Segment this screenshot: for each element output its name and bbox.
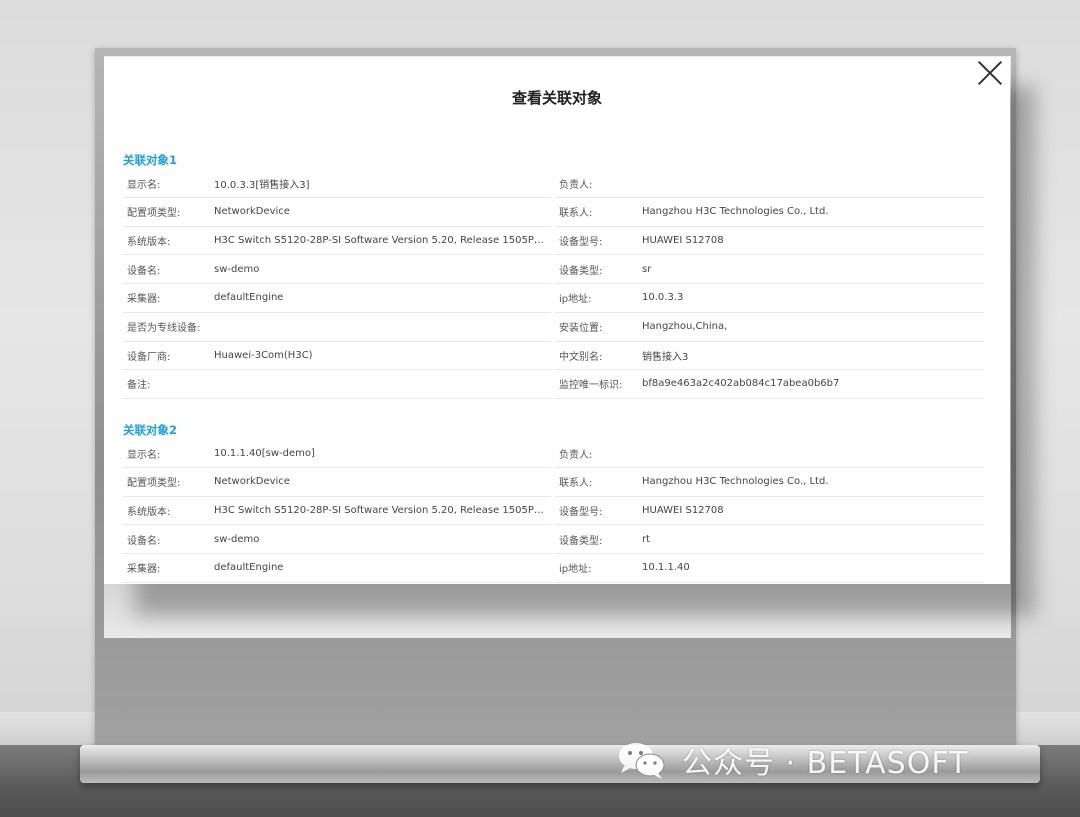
field-label: 系统版本: (127, 506, 171, 518)
field-label: ip地址: (559, 294, 592, 306)
field-value: sw-demo (214, 533, 260, 545)
field-row-right: ip地址: 10.1.1.40 (555, 554, 984, 583)
field-value: bf8a9e463a2c402ab084c17abea0b6b7 (642, 378, 840, 390)
field-value: sw-demo (214, 263, 260, 275)
field-row-left: 是否为专线设备: (123, 313, 551, 342)
field-row-right: 设备型号: HUAWEI S12708 (555, 496, 984, 526)
field-value: 10.1.1.40[sw-demo] (214, 447, 315, 459)
field-row-left: 配置项类型: NetworkDevice (123, 468, 551, 497)
section-title-1: 关联对象1 (123, 153, 178, 167)
field-value: rt (642, 533, 651, 545)
field-row-right: 负责人: (555, 169, 984, 198)
field-label: 显示名: (127, 449, 161, 461)
field-label: 中文别名: (559, 351, 603, 363)
field-label: 配置项类型: (127, 478, 181, 490)
field-label: 设备类型: (559, 535, 603, 547)
watermark: 公众号 · BETASOFT (616, 735, 968, 785)
field-row-left: 显示名: 10.0.3.3[销售接入3] (123, 169, 551, 198)
field-label: 备注: (127, 380, 151, 392)
field-row-left: 系统版本: H3C Switch S5120-28P-SI Software Ve… (123, 496, 551, 526)
field-row-right: 负责人: (555, 439, 984, 468)
field-row-left: 设备厂商: Huawei-3Com(H3C) (123, 341, 551, 371)
field-row-right: 中文别名: 销售接入3 (555, 341, 984, 371)
related-objects-modal: 查看关联对象 关联对象1 显示名: 10.0.3.3[销售接入3] 负责人: 配置项类型… (104, 57, 1010, 584)
field-row-left: 系统版本: H3C Switch S5120-28P-SI Software Ve… (123, 226, 551, 256)
field-value: 10.1.1.40 (642, 562, 690, 574)
field-row-right: 联系人: Hangzhou H3C Technologies Co., Ltd. (555, 468, 984, 497)
field-label: 设备名: (127, 535, 161, 547)
field-label: 采集器: (127, 564, 161, 576)
field-value: defaultEngine (214, 562, 284, 574)
field-value: Hangzhou H3C Technologies Co., Ltd. (642, 476, 829, 488)
watermark-text: 公众号 · BETASOFT (682, 746, 969, 781)
field-row-left: 设备名: sw-demo (123, 255, 551, 285)
field-label: 负责人: (559, 179, 593, 191)
field-row-left: 采集器: defaultEngine (123, 554, 551, 583)
field-label: 采集器: (127, 294, 161, 306)
close-icon[interactable] (978, 61, 1002, 85)
field-label: 监控唯一标识: (559, 380, 623, 392)
field-value: HUAWEI S12708 (642, 234, 724, 246)
field-row-right: ip地址: 10.0.3.3 (555, 284, 984, 313)
modal-title: 查看关联对象 (511, 89, 602, 107)
field-label: 是否为专线设备: (127, 323, 201, 334)
field-value: Huawei-3Com(H3C) (214, 349, 313, 361)
field-row-left: 采集器: defaultEngine (123, 284, 551, 313)
field-row-right: 设备型号: HUAWEI S12708 (555, 226, 984, 256)
field-row-right: 设备类型: rt (555, 525, 984, 555)
field-row-right: 监控唯一标识: bf8a9e463a2c402ab084c17abea0b6b7 (555, 370, 984, 399)
field-value: H3C Switch S5120-28P-SI Software Version… (214, 504, 551, 516)
field-label: 联系人: (559, 478, 593, 490)
field-label: 显示名: (127, 179, 161, 191)
field-label: 负责人: (559, 449, 593, 461)
field-value: H3C Switch S5120-28P-SI Software Version… (214, 234, 551, 246)
field-label: 设备型号: (559, 236, 603, 248)
section-title-2: 关联对象2 (123, 423, 178, 437)
field-value: defaultEngine (214, 292, 284, 304)
field-value: HUAWEI S12708 (642, 504, 724, 516)
field-row-right: 安装位置: Hangzhou,China, (555, 313, 984, 342)
wechat-icon (619, 743, 665, 779)
field-row-left: 设备名: sw-demo (123, 525, 551, 555)
field-row-right: 联系人: Hangzhou H3C Technologies Co., Ltd. (555, 198, 984, 227)
field-value: NetworkDevice (214, 206, 290, 218)
field-label: 系统版本: (127, 236, 171, 248)
field-value: 销售接入3 (642, 351, 689, 363)
field-label: ip地址: (559, 564, 592, 576)
field-row-left: 备注: (123, 370, 551, 399)
field-label: 设备类型: (559, 265, 603, 277)
field-value: 10.0.3.3[销售接入3] (214, 179, 310, 191)
field-row-left: 配置项类型: NetworkDevice (123, 198, 551, 227)
field-value: Hangzhou H3C Technologies Co., Ltd. (642, 206, 829, 218)
field-row-left: 显示名: 10.1.1.40[sw-demo] (123, 439, 551, 468)
field-label: 设备型号: (559, 506, 603, 518)
field-label: 配置项类型: (127, 208, 181, 220)
field-value: sr (642, 263, 652, 275)
field-label: 设备名: (127, 265, 161, 277)
field-value: NetworkDevice (214, 476, 290, 488)
field-label: 联系人: (559, 208, 593, 220)
field-label: 设备厂商: (127, 351, 171, 363)
field-label: 安装位置: (559, 323, 603, 334)
field-value: Hangzhou,China, (642, 321, 728, 332)
field-value: 10.0.3.3 (642, 292, 684, 304)
field-row-right: 设备类型: sr (555, 255, 984, 285)
